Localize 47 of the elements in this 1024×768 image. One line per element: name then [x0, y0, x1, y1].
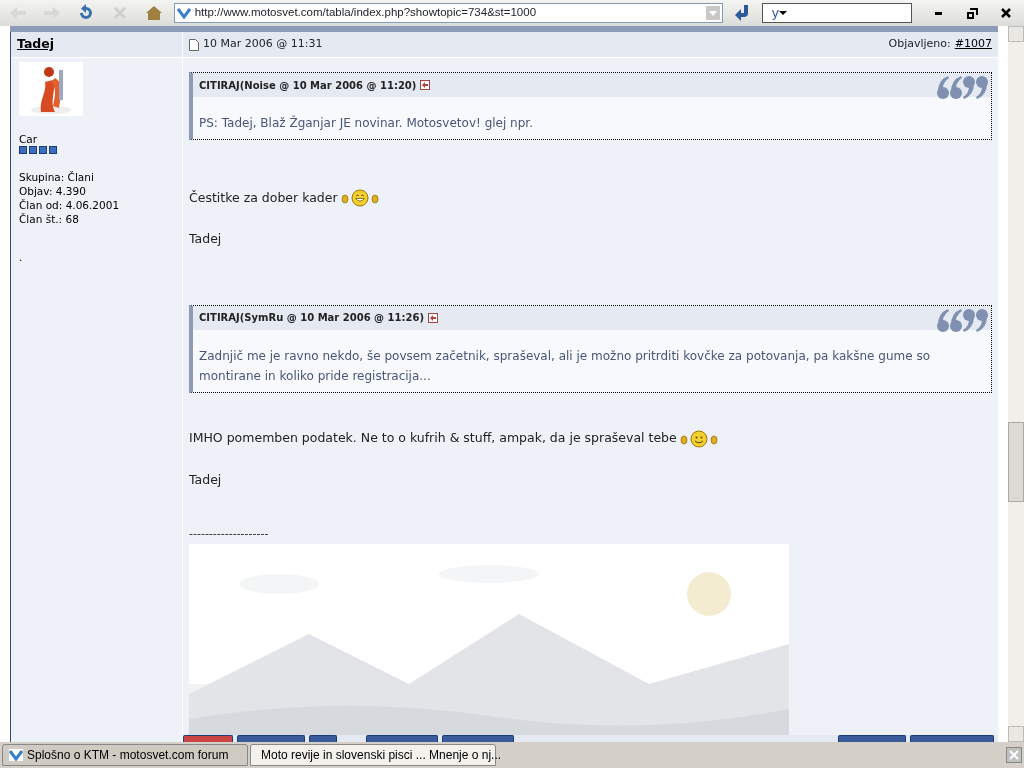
scrollbar[interactable] [1008, 26, 1024, 742]
profile-button[interactable] [237, 735, 305, 742]
restore-icon [966, 7, 978, 19]
quote-header: CITIRAJ(Noise @ 10 Mar 2006 @ 11:20) [199, 78, 417, 93]
browser-tab[interactable]: Splošno o KTM - motosvet.com forum [2, 744, 248, 766]
report-button[interactable] [366, 735, 438, 742]
quote-button[interactable] [838, 735, 906, 742]
document-icon [189, 38, 199, 51]
quote-text: Zadnjič me je ravno nekdo, še povsem začetnik, spraševal, ali je možno pritrditi kovčke za potovanja, pa kakšne gume so montirane in koliko pride registracija... [198, 347, 931, 385]
quotation-marks-icon [935, 306, 989, 333]
quote-header: CITIRAJ(SymRu @ 10 Mar 2006 @ 11:26) [199, 311, 424, 326]
posted-label: Objavljeno: [888, 36, 951, 53]
post-text: IMHO pomemben podatek. Ne to o kufrih & stuff, ampak, da je spraševal tebe [189, 429, 677, 448]
search-field[interactable]: y [762, 3, 913, 23]
offline-button[interactable] [183, 735, 233, 742]
quotation-marks-icon [935, 74, 989, 100]
message-button[interactable] [309, 735, 337, 742]
post-text: Tadej [189, 470, 222, 489]
member-title: Car [19, 132, 39, 146]
back-link-icon[interactable] [427, 312, 438, 323]
close-tab-button[interactable] [1006, 747, 1022, 763]
site-icon [9, 749, 23, 761]
signature-dot: . [19, 250, 24, 264]
dropdown-icon[interactable] [779, 10, 788, 16]
address-bar[interactable]: http://www.motosvet.com/tabla/index.php?showtopic=734&st=1000 [173, 3, 723, 23]
post-date: 10 Mar 2006 @ 11:31 [203, 36, 323, 53]
user-info-text: Član št.: 68 [19, 212, 80, 226]
site-icon [176, 7, 191, 19]
post-text: Čestitke za dober kader [189, 188, 338, 207]
post-number-link[interactable]: #1007 [954, 36, 992, 53]
rank-pips-icon [19, 146, 57, 154]
signature-separator: -------------------- [189, 527, 269, 540]
minimize-icon [934, 11, 942, 15]
user-info-text: Skupina: Člani [19, 170, 95, 184]
home-icon [144, 5, 163, 21]
post-text: Tadej [189, 230, 222, 248]
reply-button[interactable] [910, 735, 994, 742]
close-icon [1001, 8, 1011, 18]
back-link-icon[interactable] [420, 80, 431, 90]
close-icon [1009, 750, 1019, 760]
author-link[interactable]: Tadej [17, 35, 55, 54]
stop-icon [111, 5, 128, 21]
up-button[interactable] [442, 735, 514, 742]
user-info-text: Član od: 4.06.2001 [19, 198, 121, 212]
forward-arrow-icon [41, 5, 62, 21]
user-info-text: Objav: 4.390 [19, 184, 87, 198]
quote-text: PS: Tadej, Blaž Žganjar JE novinar. Motosvetov! glej npr. [198, 114, 534, 132]
